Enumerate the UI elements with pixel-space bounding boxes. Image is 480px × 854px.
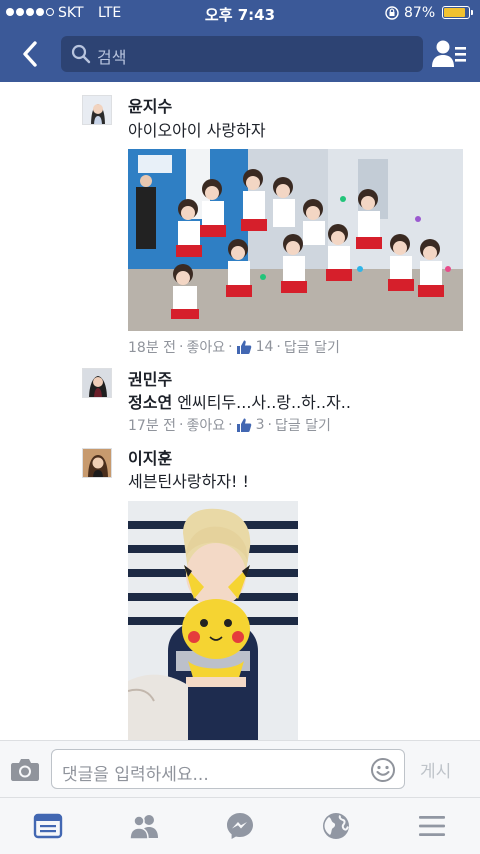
like-button[interactable]: 좋아요 bbox=[186, 337, 225, 357]
chevron-left-icon bbox=[23, 41, 37, 67]
comment-timestamp: 17분 전 bbox=[128, 418, 177, 434]
comment-item: 권민주 정소연 엔씨티두...사..랑..하..자.. 17분 전 · 좋아요 … bbox=[0, 362, 480, 442]
like-thumb-icon bbox=[236, 340, 251, 354]
like-thumb-icon bbox=[236, 418, 251, 432]
comment-author[interactable]: 권민주 bbox=[128, 366, 172, 390]
battery-nub bbox=[471, 10, 473, 15]
top-navigation-bar: SKT LTE 오후 7:43 87% 검색 bbox=[0, 0, 480, 82]
separator-dot: · bbox=[179, 339, 184, 355]
comment-timestamp: 18분 전 bbox=[128, 340, 177, 356]
group-photo-image bbox=[128, 149, 463, 331]
notifications-globe-icon[interactable] bbox=[320, 810, 352, 842]
comment-photo[interactable] bbox=[128, 149, 463, 331]
comment-input[interactable]: 댓글을 입력하세요... bbox=[51, 749, 405, 789]
separator-dot: · bbox=[276, 339, 281, 355]
search-icon bbox=[71, 44, 91, 64]
emoji-icon[interactable] bbox=[370, 757, 396, 783]
separator-dot: · bbox=[228, 339, 233, 355]
avatar-image bbox=[83, 369, 111, 397]
comment-placeholder: 댓글을 입력하세요... bbox=[62, 765, 209, 785]
avatar-image bbox=[83, 449, 111, 477]
search-placeholder: 검색 bbox=[97, 48, 127, 67]
separator-dot: · bbox=[228, 417, 233, 433]
tagged-name-link[interactable]: 정소연 bbox=[128, 393, 172, 412]
back-button[interactable] bbox=[14, 36, 46, 72]
pikachu-balloon-photo-image bbox=[128, 501, 298, 740]
comment-photo[interactable] bbox=[128, 501, 298, 740]
friend-requests-icon[interactable] bbox=[431, 38, 467, 70]
avatar[interactable] bbox=[82, 448, 112, 478]
battery-level-fill bbox=[444, 8, 465, 17]
comment-author[interactable]: 이지훈 bbox=[128, 445, 172, 469]
status-bar: SKT LTE 오후 7:43 87% bbox=[0, 0, 480, 26]
avatar[interactable] bbox=[82, 368, 112, 398]
comment-meta: 18분 전 · 좋아요 · 14 · 답글 달기 bbox=[128, 337, 340, 357]
comment-item: 이지훈 세븐틴사랑하자! ! bbox=[0, 442, 480, 740]
battery-icon bbox=[442, 6, 473, 19]
like-button[interactable]: 좋아요 bbox=[186, 415, 225, 435]
comment-message: 엔씨티두...사..랑..하..자.. bbox=[177, 393, 351, 412]
messenger-icon[interactable] bbox=[224, 810, 256, 842]
post-button[interactable]: 게시 bbox=[420, 757, 451, 782]
menu-icon[interactable] bbox=[416, 810, 448, 842]
comment-author[interactable]: 윤지수 bbox=[128, 93, 172, 117]
avatar-image bbox=[83, 96, 111, 124]
like-count[interactable]: 3 bbox=[256, 417, 265, 433]
reply-button[interactable]: 답글 달기 bbox=[284, 337, 340, 357]
comment-meta: 17분 전 · 좋아요 · 3 · 답글 달기 bbox=[128, 415, 331, 435]
battery-percent: 87% bbox=[404, 5, 436, 21]
camera-icon[interactable] bbox=[10, 756, 40, 782]
rotation-lock-icon bbox=[385, 6, 399, 20]
bottom-tab-bar bbox=[0, 798, 480, 854]
search-input[interactable]: 검색 bbox=[61, 36, 423, 72]
comment-text: 세븐틴사랑하자! ! bbox=[128, 472, 249, 491]
comment-composer: 댓글을 입력하세요... 게시 bbox=[0, 740, 480, 798]
separator-dot: · bbox=[179, 417, 184, 433]
comment-text: 정소연 엔씨티두...사..랑..하..자.. bbox=[128, 389, 351, 413]
reply-button[interactable]: 답글 달기 bbox=[275, 415, 331, 435]
comment-text: 아이오아이 사랑하자 bbox=[128, 121, 266, 140]
news-feed-icon[interactable] bbox=[32, 810, 64, 842]
separator-dot: · bbox=[267, 417, 272, 433]
avatar[interactable] bbox=[82, 95, 112, 125]
comment-item: 윤지수 아이오아이 사랑하자 18분 전 · 좋아요 · 14 · 답글 달기 bbox=[0, 82, 480, 362]
friends-icon[interactable] bbox=[128, 810, 160, 842]
like-count[interactable]: 14 bbox=[256, 339, 274, 355]
